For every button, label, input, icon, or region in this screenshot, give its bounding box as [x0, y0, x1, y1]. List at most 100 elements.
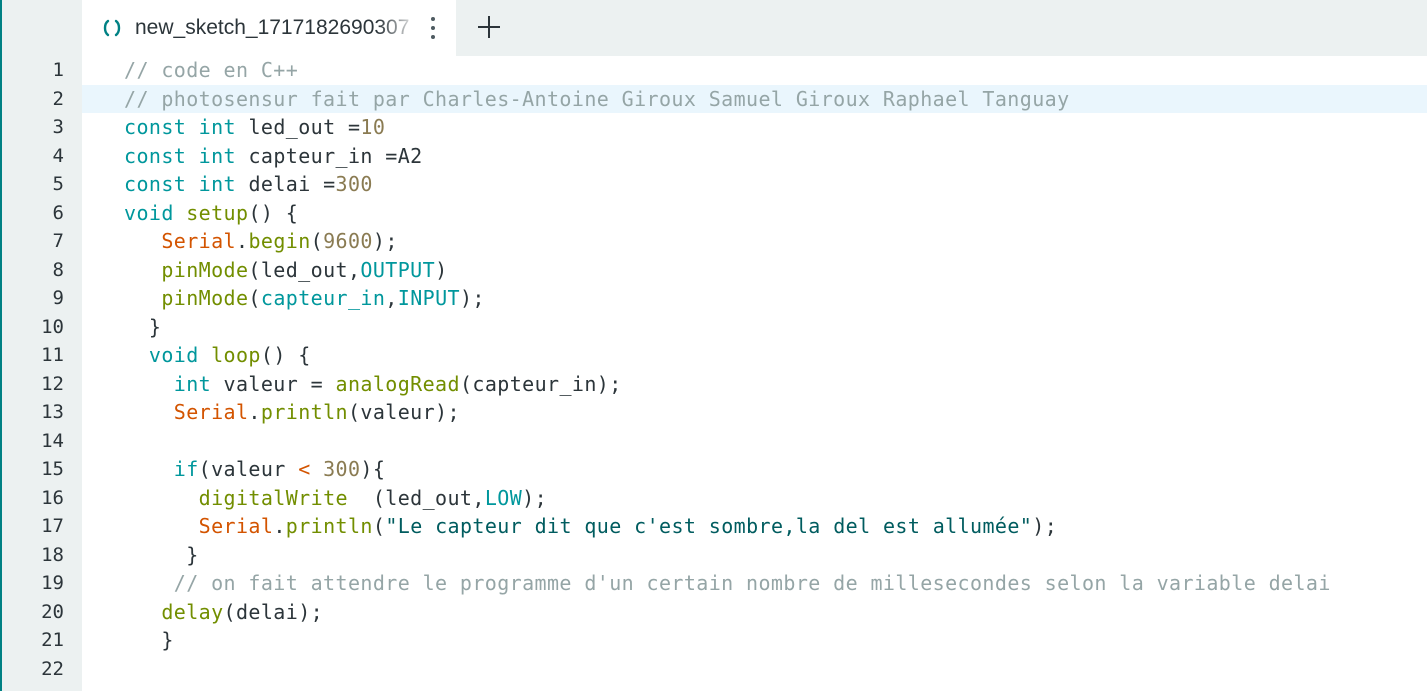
code-token-function: setup [186, 200, 249, 225]
line-number: 17 [41, 515, 64, 537]
tab-bar-gutter [2, 0, 82, 56]
code-token-comment: // code en C++ [124, 58, 299, 82]
code-token-plain: (led_out, [347, 485, 485, 510]
code-token-plain: () { [248, 200, 299, 225]
code-token-plain: } [124, 314, 162, 339]
line-number: 1 [52, 59, 64, 81]
code-token-plain: (valeur); [347, 400, 460, 424]
code-line[interactable]: int valeur = analogRead(capteur_in); [124, 370, 622, 399]
code-token-number: 9600 [323, 229, 373, 253]
sketch-file-icon [102, 19, 122, 37]
code-token-keyword: if [173, 457, 199, 481]
code-token-plain: valeur = [211, 371, 336, 396]
code-token-keyword: const [124, 143, 187, 168]
line-number: 11 [41, 344, 64, 366]
code-line[interactable]: void setup() { [124, 199, 298, 228]
code-token-object: Serial [198, 514, 274, 538]
line-number: 7 [52, 230, 64, 252]
code-line[interactable]: // code en C++ [124, 56, 298, 85]
code-token-plain: . [235, 229, 249, 253]
line-number: 14 [41, 429, 64, 452]
code-token-comment: // photosensur fait par Charles-Antoine … [124, 86, 1070, 111]
code-line[interactable]: } [124, 626, 174, 655]
code-token-keyword: int [173, 371, 212, 396]
line-number: 18 [41, 543, 64, 566]
code-token-constant: OUTPUT [360, 257, 436, 282]
code-token-plain: ){ [360, 457, 386, 481]
line-number: 10 [41, 315, 64, 338]
code-line[interactable]: digitalWrite (led_out,LOW); [124, 484, 547, 513]
code-token-keyword: int [198, 143, 236, 168]
line-number: 2 [52, 87, 64, 110]
code-token-plain: (valeur [198, 457, 299, 481]
line-number: 5 [52, 173, 64, 195]
code-token-plain: (led_out, [248, 257, 361, 282]
code-token-function: println [285, 514, 373, 538]
code-line[interactable]: } [124, 541, 199, 570]
code-token-function: println [260, 400, 348, 424]
line-number: 21 [41, 629, 64, 651]
code-token-plain: . [273, 514, 286, 538]
code-line[interactable]: Serial.println("Le capteur dit que c'est… [124, 512, 1057, 541]
code-line[interactable]: pinMode(capteur_in,INPUT); [124, 284, 485, 313]
line-number-gutter: 1 2 3 4 5 6 7 8 9 10 11 12 13 14 15 16 17 18 19 20 21 22 [2, 56, 82, 691]
code-token-plain: ); [459, 286, 485, 310]
code-line[interactable]: if(valeur < 300){ [124, 455, 385, 484]
plus-icon[interactable] [474, 10, 504, 46]
code-token-keyword: void [148, 343, 199, 367]
code-line[interactable]: pinMode(led_out,OUTPUT) [124, 256, 448, 285]
code-editor[interactable]: // code en C++ // photosensur fait par Ch… [82, 56, 1427, 691]
code-token-function: delay [161, 599, 224, 624]
code-line[interactable]: // on fait attendre le programme d'un ce… [124, 569, 1331, 598]
code-token-keyword: int [198, 172, 236, 196]
line-number: 9 [52, 287, 64, 309]
more-vertical-icon[interactable] [422, 14, 444, 42]
code-token-plain: (delai); [223, 599, 324, 624]
code-token-plain: delai = [236, 172, 336, 196]
code-line[interactable]: const int capteur_in =A2 [124, 142, 423, 171]
code-line[interactable]: void loop() { [124, 341, 311, 370]
line-number: 4 [52, 144, 64, 167]
code-line[interactable]: Serial.println(valeur); [124, 398, 460, 427]
code-token-function: begin [248, 229, 311, 253]
line-number: 13 [41, 401, 64, 423]
code-line[interactable]: // photosensur fait par Charles-Antoine … [124, 85, 1070, 114]
code-token-function: analogRead [335, 371, 460, 396]
code-token-plain: (capteur_in); [459, 371, 622, 396]
code-token-object: < [298, 457, 311, 481]
tab-sketch[interactable]: new_sketch_1717182690307 [82, 0, 456, 56]
code-token-number: 300 [323, 457, 361, 481]
code-line[interactable]: } [124, 313, 161, 342]
code-token-function: pinMode [161, 286, 249, 310]
line-number: 22 [41, 657, 64, 680]
line-number: 20 [41, 600, 64, 623]
code-token-plain: ( [372, 514, 386, 538]
code-token-number: 10 [360, 115, 386, 139]
code-line[interactable]: const int led_out =10 [124, 113, 385, 142]
line-number: 8 [52, 258, 64, 281]
code-token-object: Serial [161, 229, 236, 253]
code-token-string: "Le capteur dit que c'est sombre,la del … [385, 514, 1033, 538]
code-token-plain: capteur_in =A2 [236, 143, 423, 168]
code-line[interactable]: const int delai =300 [124, 170, 373, 199]
code-token-constant: INPUT [397, 286, 460, 310]
code-token-plain: } [124, 542, 199, 567]
line-number: 12 [41, 372, 64, 395]
line-number: 16 [41, 486, 64, 509]
code-token-plain: ); [522, 485, 548, 510]
code-line[interactable]: Serial.begin(9600); [124, 227, 398, 256]
code-token-keyword: void [124, 200, 174, 225]
code-token-plain: ) [435, 257, 448, 282]
code-line[interactable]: delay(delai); [124, 598, 323, 627]
